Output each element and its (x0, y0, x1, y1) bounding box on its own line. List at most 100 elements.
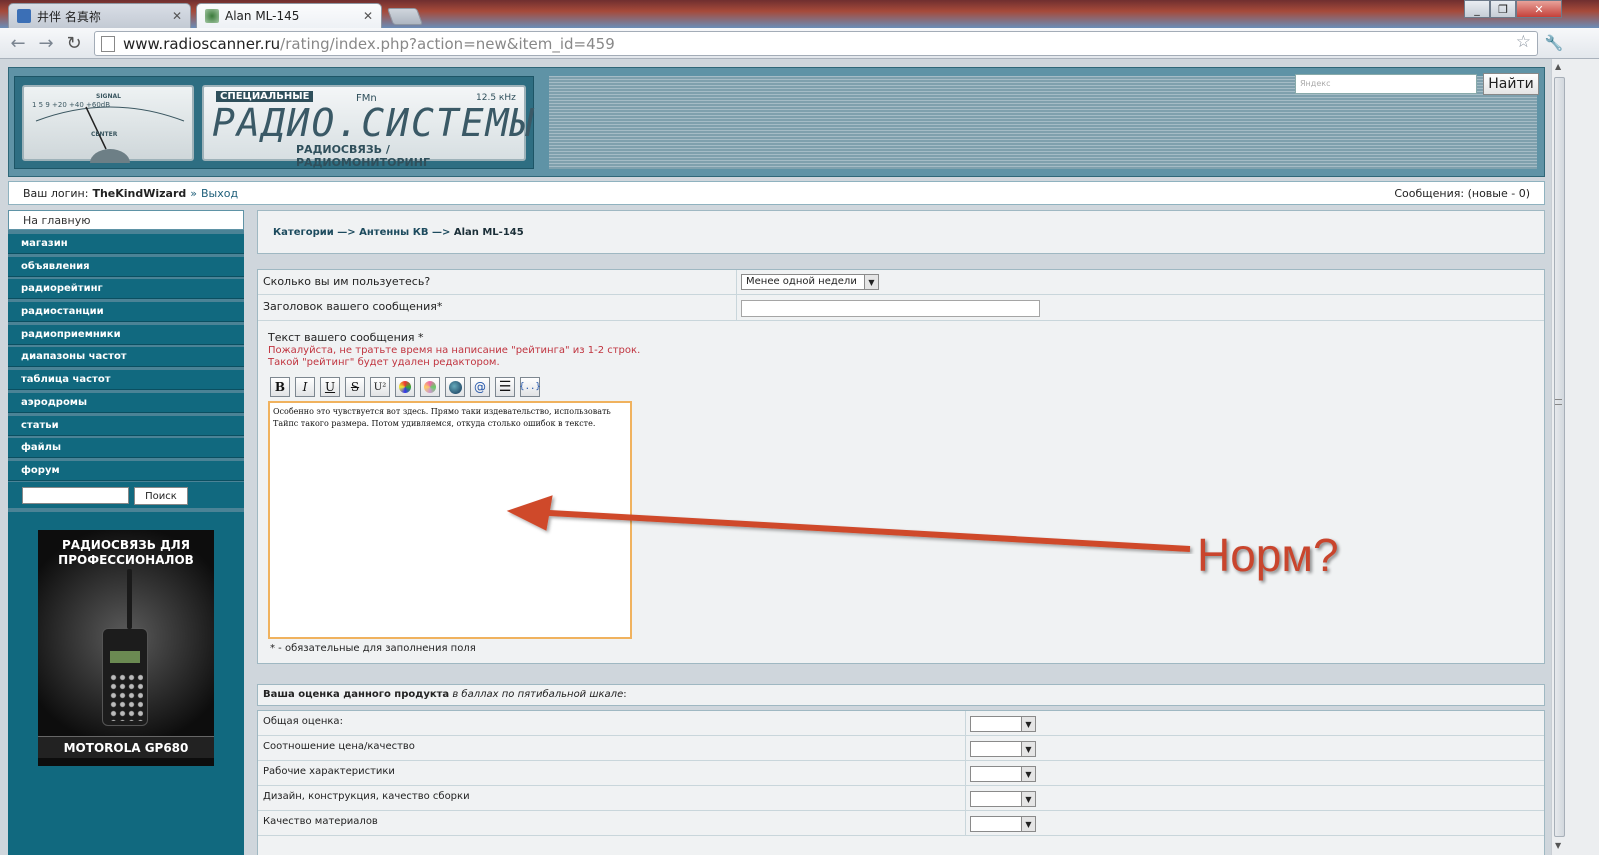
highlight-button[interactable] (420, 377, 440, 397)
sidebar-item-home[interactable]: На главную (8, 210, 244, 230)
back-icon[interactable]: ← (6, 32, 30, 54)
sidebar-item-ads[interactable]: объявления (8, 256, 244, 277)
palette-icon (424, 381, 436, 393)
close-tab-icon[interactable]: ✕ (172, 9, 182, 23)
rating-select[interactable]: ▼ (970, 716, 1036, 732)
login-separator: » (190, 186, 197, 200)
sidebar-item-radiostations[interactable]: радиостанции (8, 302, 244, 323)
bold-button[interactable]: B (270, 377, 290, 397)
browser-tabstrip: 井伴 名真祢 ✕ Alan ML-145 ✕ _ ❐ ✕ (0, 0, 1599, 28)
superscript-button[interactable]: U² (370, 377, 390, 397)
breadcrumb-categories[interactable]: Категории (273, 227, 334, 238)
sidebar-item-airfields[interactable]: аэродромы (8, 392, 244, 413)
username: TheKindWizard (92, 186, 187, 200)
yandex-search-input[interactable]: Яндекс (1295, 74, 1477, 94)
title-row: Заголовок вашего сообщения* (258, 295, 1544, 321)
window-edge (1567, 59, 1599, 855)
login-prefix: Ваш логин: (23, 186, 89, 200)
annotation-arrow-icon (506, 495, 1191, 552)
required-note: * - обязательные для заполнения поля (270, 643, 476, 654)
new-tab-button[interactable] (386, 8, 424, 25)
meter-needle-icon (35, 106, 185, 163)
reload-icon[interactable]: ↻ (62, 32, 86, 54)
breadcrumb-current: Alan ML-145 (453, 227, 524, 238)
code-button[interactable]: {..} (519, 377, 541, 397)
rating-row: Качество материалов ▼ (258, 811, 1544, 836)
ad-title: РАДИОСВЯЗЬ ДЛЯ ПРОФЕССИОНАЛОВ (58, 538, 194, 567)
tab-inactive[interactable]: 井伴 名真祢 ✕ (8, 3, 191, 28)
strikethrough-button[interactable]: S (345, 377, 365, 397)
header-search-button[interactable]: Найти (1483, 73, 1539, 95)
list-button[interactable]: ☰ (495, 377, 515, 397)
annotation-text: Норм? (1197, 529, 1339, 581)
scroll-up-icon[interactable]: ▲ (1555, 62, 1561, 71)
tab-active[interactable]: Alan ML-145 ✕ (196, 3, 382, 28)
forward-icon[interactable]: → (34, 32, 58, 54)
rating-select[interactable]: ▼ (970, 766, 1036, 782)
ad-footer: MOTOROLA GP680 (38, 736, 214, 758)
messages-status[interactable]: Сообщения: (новые - 0) (1394, 187, 1530, 200)
breadcrumb-arrow: —> (333, 227, 360, 238)
rating-select[interactable]: ▼ (970, 791, 1036, 807)
palette-icon (399, 381, 411, 393)
sidebar-item-forum[interactable]: форум (8, 460, 244, 481)
sidebar-item-frequency-table[interactable]: таблица частот (8, 370, 244, 391)
title-label: Заголовок вашего сообщения* (263, 300, 443, 313)
bookmark-star-icon[interactable]: ☆ (1516, 32, 1531, 52)
tab-title: Alan ML-145 (225, 9, 300, 23)
close-tab-icon[interactable]: ✕ (363, 9, 373, 23)
breadcrumb: Категории —> Антенны КВ —> Alan ML-145 (257, 210, 1545, 254)
chevron-down-icon: ▼ (1021, 742, 1035, 756)
chevron-down-icon: ▼ (864, 275, 878, 289)
sidebar-menu: магазин объявления радиорейтинг радиоста… (8, 234, 244, 484)
color-button[interactable] (395, 377, 415, 397)
rating-label: Качество материалов (263, 816, 378, 827)
usage-select[interactable]: Менее одной недели ▼ (741, 274, 879, 290)
breadcrumb-arrow: —> (428, 227, 454, 238)
close-window-icon[interactable]: ✕ (1516, 0, 1562, 18)
rating-select[interactable]: ▼ (970, 741, 1036, 757)
vertical-scrollbar[interactable]: ▲ ▼ (1551, 59, 1567, 855)
sidebar-item-rating[interactable]: радиорейтинг (8, 279, 244, 300)
italic-button[interactable]: I (295, 377, 315, 397)
rating-label: Соотношение цена/качество (263, 741, 415, 752)
rating-select[interactable]: ▼ (970, 816, 1036, 832)
scroll-down-icon[interactable]: ▼ (1555, 841, 1561, 850)
usage-row: Сколько вы им пользуетесь? Менее одной н… (258, 270, 1544, 320)
url-path: /rating/index.php?action=new&item_id=459 (280, 34, 615, 53)
warning-line: Пожалуйста, не тратьте время на написани… (268, 345, 641, 356)
rating-label: Общая оценка: (263, 716, 343, 727)
sidebar: На главную магазин объявления радиорейти… (8, 210, 244, 855)
sidebar-item-shop[interactable]: магазин (8, 234, 244, 254)
maximize-icon[interactable]: ❐ (1490, 0, 1516, 18)
sidebar-item-receivers[interactable]: радиоприемники (8, 324, 244, 345)
length-warning: Пожалуйста, не тратьте время на написани… (268, 345, 640, 369)
wrench-menu-icon[interactable]: 🔧 (1543, 32, 1565, 54)
site-logo[interactable]: SIGNAL 1 5 9 +20 +40 +60dB CENTER СПЕЦИА… (14, 76, 534, 169)
address-bar[interactable]: www.radioscanner.ru /rating/index.php?ac… (94, 31, 1538, 56)
meter-center-label: CENTER (91, 131, 118, 138)
sidebar-search-input[interactable] (22, 487, 129, 504)
sidebar-item-bands[interactable]: диапазоны частот (8, 347, 244, 368)
motorola-ad-banner[interactable]: РАДИОСВЯЗЬ ДЛЯ ПРОФЕССИОНАЛОВ MOTOROLA G… (38, 530, 214, 766)
list-icon: ☰ (498, 379, 512, 395)
sidebar-item-articles[interactable]: статьи (8, 415, 244, 436)
title-input[interactable] (741, 300, 1040, 317)
underline-button[interactable]: U (320, 377, 340, 397)
warning-line: Такой "рейтинг" будет удален редактором. (268, 357, 500, 368)
logout-link[interactable]: Выход (201, 187, 238, 200)
page-viewport: SIGNAL 1 5 9 +20 +40 +60dB CENTER СПЕЦИА… (0, 59, 1551, 855)
chevron-down-icon: ▼ (1021, 717, 1035, 731)
minimize-icon[interactable]: _ (1464, 0, 1490, 18)
review-form: Сколько вы им пользуетесь? Менее одной н… (257, 269, 1545, 664)
message-row: Текст вашего сообщения * Пожалуйста, не … (258, 321, 1544, 664)
scrollbar-thumb[interactable] (1554, 77, 1565, 837)
sidebar-search-button[interactable]: Поиск (134, 487, 188, 505)
breadcrumb-antennas[interactable]: Антенны КВ (359, 227, 428, 238)
sidebar-item-files[interactable]: файлы (8, 438, 244, 459)
rating-label: Дизайн, конструкция, качество сборки (263, 791, 470, 802)
chevron-down-icon: ▼ (1021, 767, 1035, 781)
email-button[interactable]: @ (470, 377, 490, 397)
chevron-down-icon: ▼ (1021, 817, 1035, 831)
link-button[interactable] (445, 377, 465, 397)
